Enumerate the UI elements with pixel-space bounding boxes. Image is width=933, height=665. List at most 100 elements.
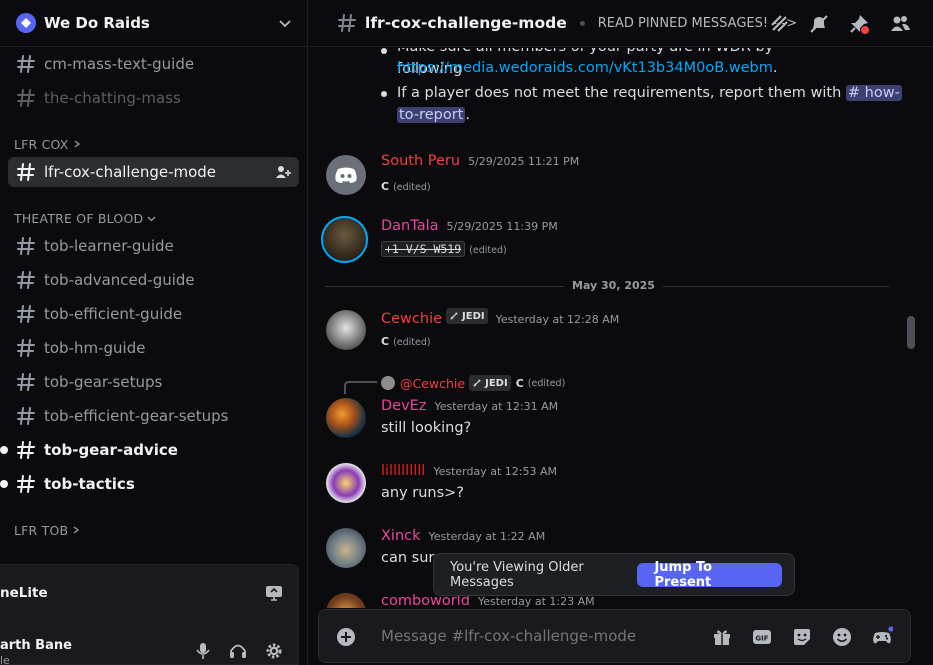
avatar[interactable] xyxy=(326,463,366,503)
channel-item-tob-hm-guide[interactable]: tob-hm-guide xyxy=(8,333,299,363)
server-header[interactable]: We Do Raids xyxy=(0,0,308,47)
hash-icon xyxy=(16,304,36,324)
channel-mention[interactable]: to-report xyxy=(397,107,466,123)
scrollbar-thumb[interactable] xyxy=(907,316,915,349)
message-composer: GIF xyxy=(318,609,911,663)
channel-item-tob-gear-advice[interactable]: tob-gear-advice xyxy=(0,435,299,465)
sticker-icon[interactable] xyxy=(791,626,813,648)
channel-label: the-chatting-mass xyxy=(44,89,181,107)
channel-item-lfr-cox-challenge-mode[interactable]: lfr-cox-challenge-mode xyxy=(8,157,299,187)
message-author[interactable]: lilllllllll xyxy=(381,463,425,479)
message-timestamp: Yesterday at 12:31 AM xyxy=(434,400,559,413)
channel-item-tob-gear-setups[interactable]: tob-gear-setups xyxy=(8,367,299,397)
message-header: DevEz Yesterday at 12:31 AM xyxy=(381,398,558,414)
edited-label: (edited) xyxy=(393,182,431,193)
category-lfr-tob[interactable]: LFR TOB xyxy=(14,520,80,540)
hash-icon xyxy=(16,88,36,108)
channel-item-tob-tactics[interactable]: tob-tactics xyxy=(0,469,299,499)
channel-label: tob-gear-setups xyxy=(44,373,163,391)
channel-topic[interactable]: READ PINNED MESSAGES! ---> xyxy=(598,16,797,31)
channel-label: tob-hm-guide xyxy=(44,339,146,357)
category-lfr-cox[interactable]: LFR COX xyxy=(14,134,81,154)
avatar[interactable] xyxy=(326,155,366,195)
chevron-right-icon xyxy=(74,140,80,148)
hash-icon xyxy=(16,338,36,358)
reply-author[interactable]: @Cewchie xyxy=(400,376,465,391)
notification-bell-muted-icon[interactable] xyxy=(808,13,830,35)
message-code: +1 V/S W519 xyxy=(381,241,466,257)
edited-label: (edited) xyxy=(393,337,431,348)
channel-item-tob-learner-guide[interactable]: tob-learner-guide xyxy=(8,231,299,261)
hash-icon xyxy=(16,440,36,460)
message-content: C (edited) xyxy=(381,333,431,349)
user-panel: neLite arth Bane le xyxy=(0,564,299,665)
server-name: We Do Raids xyxy=(44,14,150,32)
discord-window: We Do Raids cm-mass-text-guide the-chatt… xyxy=(0,0,933,665)
emoji-icon[interactable] xyxy=(831,626,853,648)
category-label: LFR TOB xyxy=(14,522,69,538)
channel-item-tob-efficient-guide[interactable]: tob-efficient-guide xyxy=(8,299,299,329)
user-settings-button[interactable] xyxy=(263,640,285,662)
username: arth Bane xyxy=(0,638,72,653)
member-list-icon[interactable] xyxy=(889,13,911,35)
category-theatre-of-blood[interactable]: THEATRE OF BLOOD xyxy=(14,208,156,228)
channel-item-the-chatting-mass[interactable]: the-chatting-mass xyxy=(8,83,299,113)
message-text: still looking? xyxy=(381,420,472,436)
message-author[interactable]: South Peru xyxy=(381,153,460,169)
category-label: LFR COX xyxy=(14,136,69,152)
message-timestamp: Yesterday at 1:23 AM xyxy=(477,595,595,608)
message-author[interactable]: DevEz xyxy=(381,398,426,414)
older-messages-bar: You're Viewing Older Messages Jump To Pr… xyxy=(433,553,795,596)
jump-to-present-button[interactable]: Jump To Present xyxy=(637,560,782,590)
hash-icon xyxy=(16,474,36,494)
message-header: DanTala 5/29/2025 11:39 PM xyxy=(381,218,558,234)
deafen-button[interactable] xyxy=(227,640,249,662)
channel-label: tob-efficient-guide xyxy=(44,305,183,323)
message-author[interactable]: Cewchie xyxy=(381,311,442,327)
reply-spine xyxy=(344,381,377,394)
apps-controller-icon[interactable] xyxy=(871,626,893,648)
chevron-right-icon xyxy=(73,526,80,534)
avatar[interactable] xyxy=(326,593,366,608)
reply-avatar xyxy=(381,376,395,390)
chevron-down-icon[interactable] xyxy=(278,16,292,30)
channel-item-cm-mass-text-guide[interactable]: cm-mass-text-guide xyxy=(8,49,299,79)
message-link[interactable]: https://media.wedoraids.com/vKt13b34M0oB… xyxy=(397,60,773,76)
gif-icon[interactable]: GIF xyxy=(751,626,773,648)
channel-title: lfr-cox-challenge-mode xyxy=(365,14,567,32)
category-label: THEATRE OF BLOOD xyxy=(14,210,144,226)
message-author[interactable]: DanTala xyxy=(381,218,439,234)
gift-icon[interactable] xyxy=(711,626,733,648)
avatar[interactable] xyxy=(321,216,368,263)
sword-icon xyxy=(449,311,459,321)
discord-logo-icon xyxy=(335,167,357,183)
channel-sidebar: We Do Raids cm-mass-text-guide the-chatt… xyxy=(0,0,308,665)
list-item-cont: to-report. xyxy=(397,104,470,126)
reply-preview[interactable]: @Cewchie JEDI C (edited) xyxy=(381,375,565,391)
avatar[interactable] xyxy=(326,398,366,438)
message-header: Xinck Yesterday at 1:22 AM xyxy=(381,528,545,544)
avatar[interactable] xyxy=(326,310,366,350)
unread-indicator xyxy=(0,446,8,454)
list-item: If a player does not meet the requiremen… xyxy=(397,82,902,104)
threads-icon[interactable] xyxy=(769,13,791,35)
channel-label: tob-efficient-gear-setups xyxy=(44,407,229,425)
mute-button[interactable] xyxy=(192,640,214,662)
channel-item-tob-efficient-gear-setups[interactable]: tob-efficient-gear-setups xyxy=(8,401,299,431)
add-attachment-icon[interactable] xyxy=(336,627,356,647)
add-member-icon[interactable] xyxy=(275,164,291,180)
channel-mention[interactable]: # how- xyxy=(845,85,902,101)
message-text: any runs>? xyxy=(381,485,465,501)
pin-icon[interactable] xyxy=(848,13,870,35)
screen-share-icon[interactable] xyxy=(264,583,284,603)
avatar[interactable] xyxy=(326,528,366,568)
channel-label: tob-learner-guide xyxy=(44,237,174,255)
message-input[interactable] xyxy=(381,627,701,645)
message-list[interactable]: Make sure all members of your party are … xyxy=(309,48,920,608)
user-status: le xyxy=(0,654,10,665)
channel-label: tob-advanced-guide xyxy=(44,271,195,289)
channel-item-tob-advanced-guide[interactable]: tob-advanced-guide xyxy=(8,265,299,295)
message-author[interactable]: Xinck xyxy=(381,528,421,544)
hash-icon xyxy=(16,162,36,182)
separator-dot xyxy=(579,20,585,26)
